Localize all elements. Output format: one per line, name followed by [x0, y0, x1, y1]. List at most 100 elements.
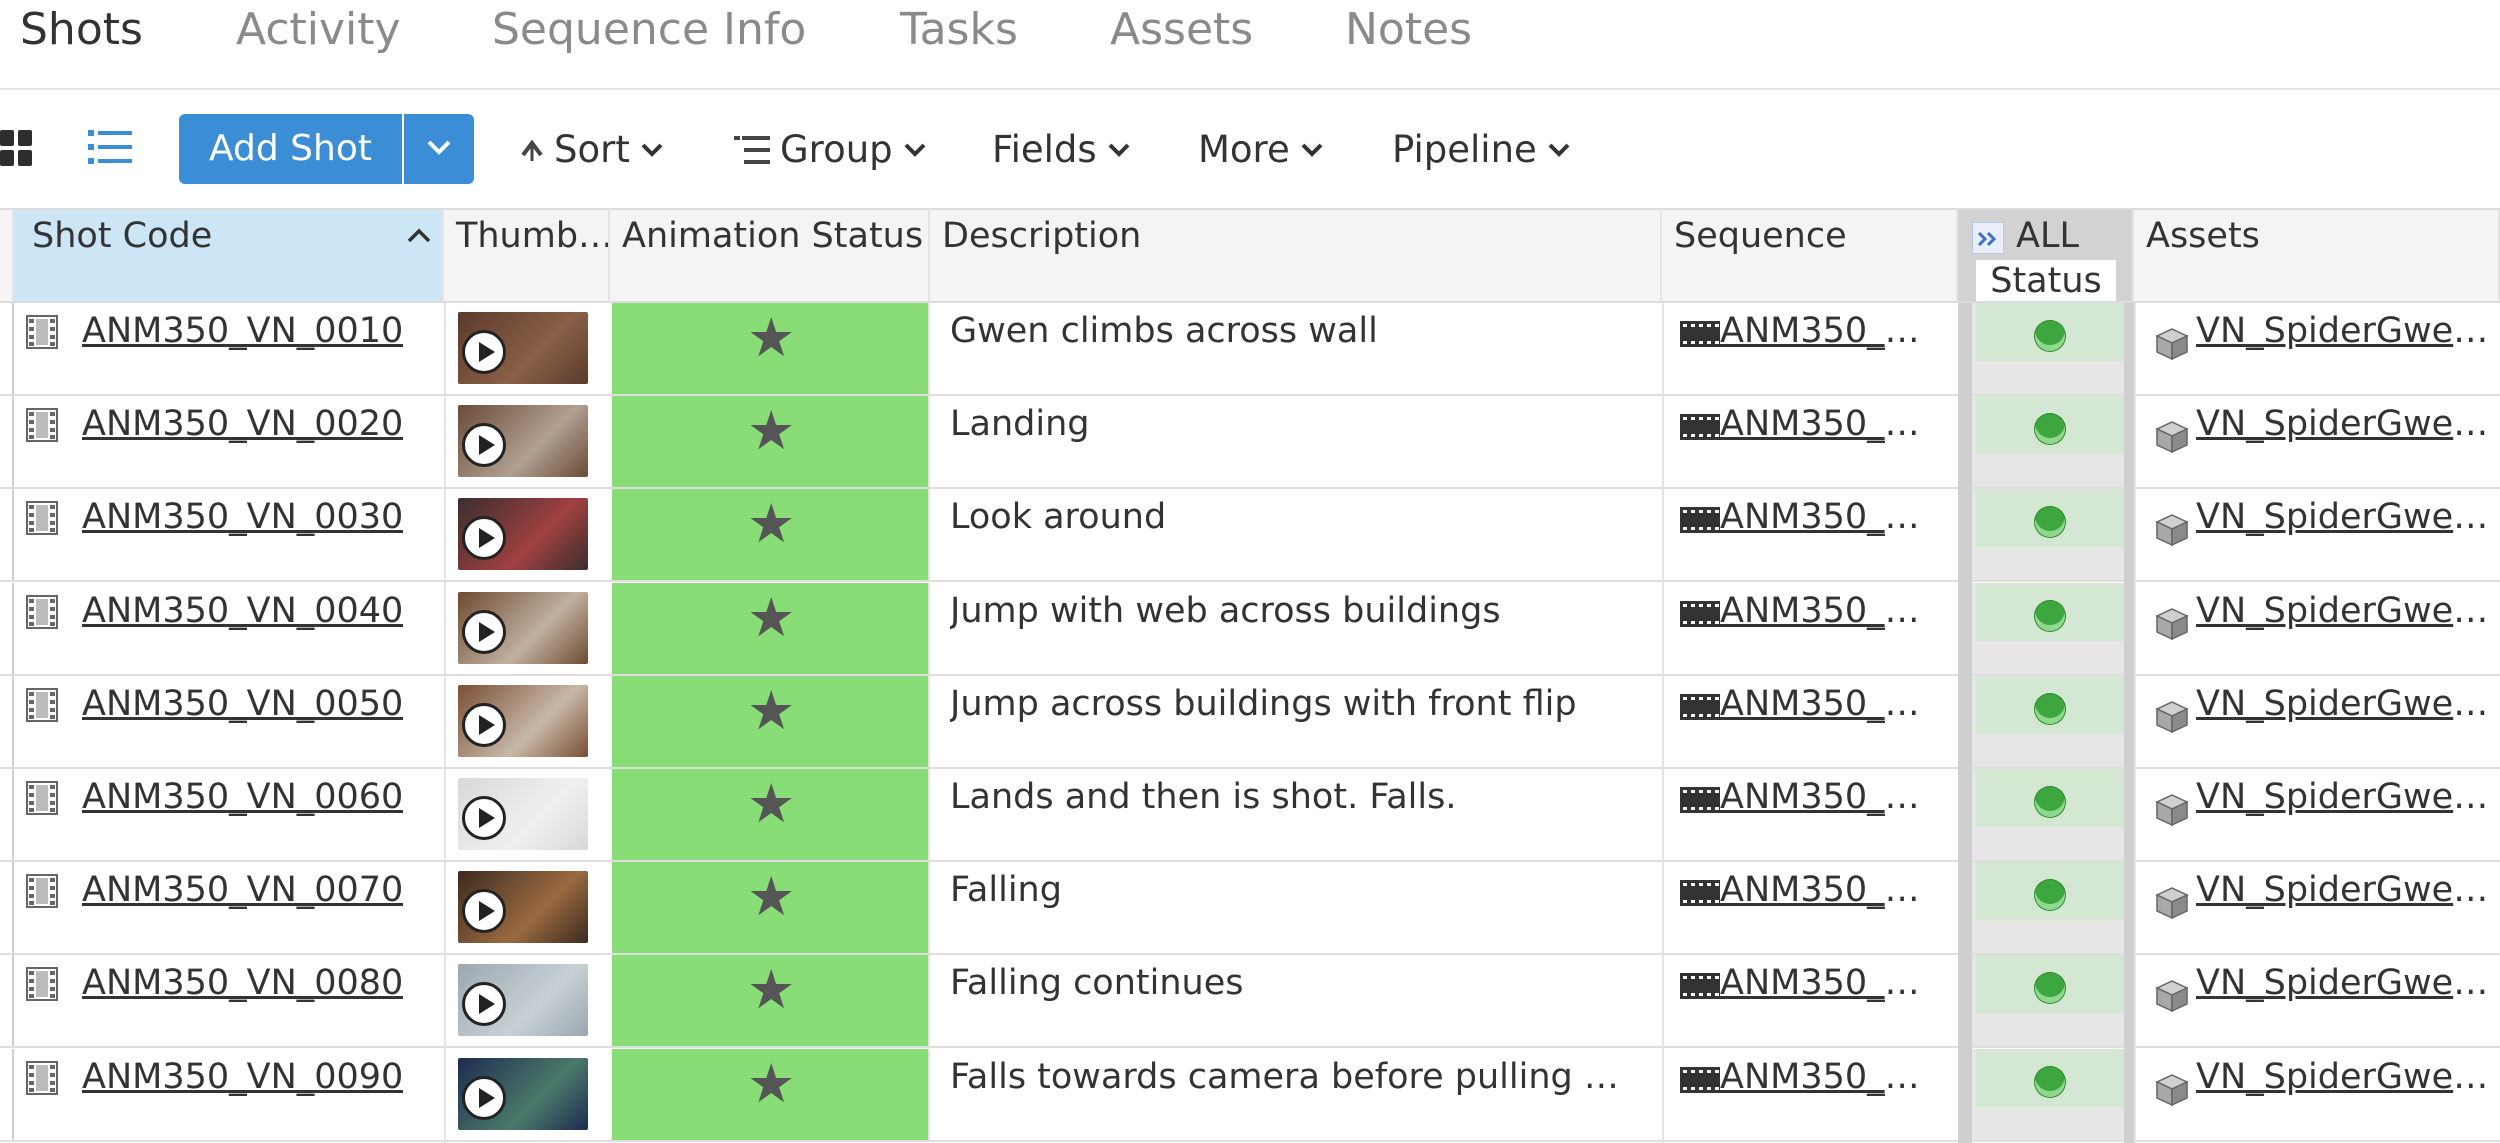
animation-status-cell[interactable]: ★ [612, 862, 930, 954]
header-description[interactable]: Description [930, 208, 1662, 303]
list-view-icon[interactable] [88, 128, 132, 172]
sequence-link[interactable]: ANM350_V… [1720, 497, 1928, 537]
sequence-film-icon [1680, 507, 1720, 534]
shot-thumbnail[interactable] [458, 312, 588, 384]
play-icon[interactable] [462, 702, 506, 747]
pipeline-divider-left [1958, 303, 1972, 1143]
asset-link[interactable]: VN_SpiderGwen… [2196, 497, 2496, 537]
header-sequence[interactable]: Sequence [1662, 208, 1958, 303]
animation-status-cell[interactable]: ★ [612, 303, 930, 394]
animation-status-cell[interactable]: ★ [612, 675, 930, 767]
play-icon[interactable] [462, 330, 506, 374]
description-cell[interactable]: Falling [950, 870, 1635, 910]
asset-link[interactable]: VN_SpiderGwen… [2196, 591, 2496, 631]
pipeline-label: Pipeline [1392, 128, 1537, 171]
description-cell[interactable]: Look around [950, 497, 1635, 537]
pipeline-button[interactable]: Pipeline [1392, 128, 1571, 171]
animation-status-cell[interactable]: ★ [612, 955, 930, 1047]
asset-link[interactable]: VN_SpiderGwen… [2196, 404, 2496, 444]
sequence-link[interactable]: ANM350_V… [1720, 1057, 1928, 1097]
shot-thumbnail[interactable] [458, 405, 588, 478]
row-gutter [0, 862, 14, 954]
shot-code-link[interactable]: ANM350_VN_0050 [82, 684, 403, 724]
header-pipeline-status[interactable]: Status [1976, 260, 2116, 301]
shot-code-link[interactable]: ANM350_VN_0070 [82, 870, 403, 910]
description-cell[interactable]: Jump with web across buildings [950, 591, 1635, 631]
animation-status-cell[interactable]: ★ [612, 396, 930, 488]
animation-status-cell[interactable]: ★ [612, 769, 930, 860]
more-button[interactable]: More [1198, 128, 1324, 171]
fields-button[interactable]: Fields [992, 128, 1131, 171]
sequence-link[interactable]: ANM350_V… [1720, 963, 1928, 1003]
shot-code-link[interactable]: ANM350_VN_0060 [82, 777, 403, 817]
description-cell[interactable]: Jump across buildings with front flip [950, 684, 1635, 724]
asset-cube-icon [2155, 328, 2189, 361]
sequence-link[interactable]: ANM350_V… [1720, 311, 1928, 351]
play-icon[interactable] [462, 609, 506, 654]
play-icon[interactable] [462, 1075, 506, 1120]
asset-link[interactable]: VN_SpiderGwen… [2196, 684, 2496, 724]
row-gutter [0, 582, 14, 674]
sort-button[interactable]: Sort [520, 128, 664, 171]
tab-assets[interactable]: Assets [1110, 4, 1253, 55]
animation-status-cell[interactable]: ★ [612, 1048, 930, 1140]
play-icon[interactable] [462, 516, 506, 561]
chevron-down-icon [904, 143, 926, 157]
animation-status-cell[interactable]: ★ [612, 489, 930, 581]
column-divider [444, 303, 446, 1143]
add-shot-button[interactable]: Add Shot [179, 114, 402, 184]
description-cell[interactable]: Landing [950, 404, 1635, 444]
header-pipeline[interactable]: ALL Status [1958, 208, 2134, 303]
description-cell[interactable]: Falls towards camera before pulling bac… [950, 1057, 1635, 1097]
play-icon[interactable] [462, 889, 506, 934]
asset-link[interactable]: VN_SpiderGwen… [2196, 963, 2496, 1003]
shot-code-link[interactable]: ANM350_VN_0040 [82, 591, 403, 631]
shot-code-link[interactable]: ANM350_VN_0010 [82, 311, 403, 351]
shot-thumbnail[interactable] [458, 964, 588, 1037]
description-cell[interactable]: Falling continues [950, 963, 1635, 1003]
shot-thumbnail[interactable] [458, 498, 588, 571]
shot-film-icon [26, 781, 58, 815]
asset-link[interactable]: VN_SpiderGwen… [2196, 311, 2496, 351]
shot-thumbnail[interactable] [458, 1057, 588, 1130]
asset-link[interactable]: VN_SpiderGwen… [2196, 1057, 2496, 1097]
shot-thumbnail[interactable] [458, 871, 588, 944]
shot-thumbnail[interactable] [458, 778, 588, 850]
header-assets[interactable]: Assets [2134, 208, 2500, 303]
sequence-link[interactable]: ANM350_V… [1720, 684, 1928, 724]
header-animation-status[interactable]: Animation Status [610, 208, 930, 303]
header-thumbnail[interactable]: Thumb… [444, 208, 610, 303]
asset-link[interactable]: VN_SpiderGwen… [2196, 870, 2496, 910]
shot-code-link[interactable]: ANM350_VN_0020 [82, 404, 403, 444]
status-dot-icon [2035, 880, 2065, 911]
tab-tasks[interactable]: Tasks [900, 4, 1018, 55]
header-shot-code[interactable]: Shot Code [14, 208, 444, 303]
status-dot-icon [2035, 787, 2065, 817]
sequence-link[interactable]: ANM350_V… [1720, 870, 1928, 910]
asset-cube-icon [2155, 980, 2189, 1013]
grid-view-icon[interactable] [0, 130, 36, 174]
description-cell[interactable]: Lands and then is shot. Falls. [950, 777, 1635, 817]
play-icon[interactable] [462, 982, 506, 1027]
shot-code-link[interactable]: ANM350_VN_0080 [82, 963, 403, 1003]
shot-thumbnail[interactable] [458, 591, 588, 664]
asset-link[interactable]: VN_SpiderGwen… [2196, 777, 2496, 817]
tab-notes[interactable]: Notes [1345, 4, 1472, 55]
animation-status-cell[interactable]: ★ [612, 582, 930, 674]
sequence-link[interactable]: ANM350_V… [1720, 404, 1928, 444]
play-icon[interactable] [462, 423, 506, 468]
tab-activity[interactable]: Activity [236, 4, 401, 55]
add-shot-dropdown-button[interactable] [404, 114, 474, 184]
shot-code-link[interactable]: ANM350_VN_0030 [82, 497, 403, 537]
sequence-link[interactable]: ANM350_V… [1720, 591, 1928, 631]
tab-shots[interactable]: Shots [20, 4, 143, 55]
sequence-link[interactable]: ANM350_V… [1720, 777, 1928, 817]
shot-thumbnail[interactable] [458, 684, 588, 757]
description-cell[interactable]: Gwen climbs across wall [950, 311, 1635, 351]
expand-pipeline-icon[interactable] [1972, 222, 2004, 254]
shot-code-link[interactable]: ANM350_VN_0090 [82, 1057, 403, 1097]
play-icon[interactable] [462, 796, 506, 840]
group-button[interactable]: Group [734, 128, 927, 171]
more-label: More [1198, 128, 1290, 171]
tab-sequence-info[interactable]: Sequence Info [492, 4, 806, 55]
